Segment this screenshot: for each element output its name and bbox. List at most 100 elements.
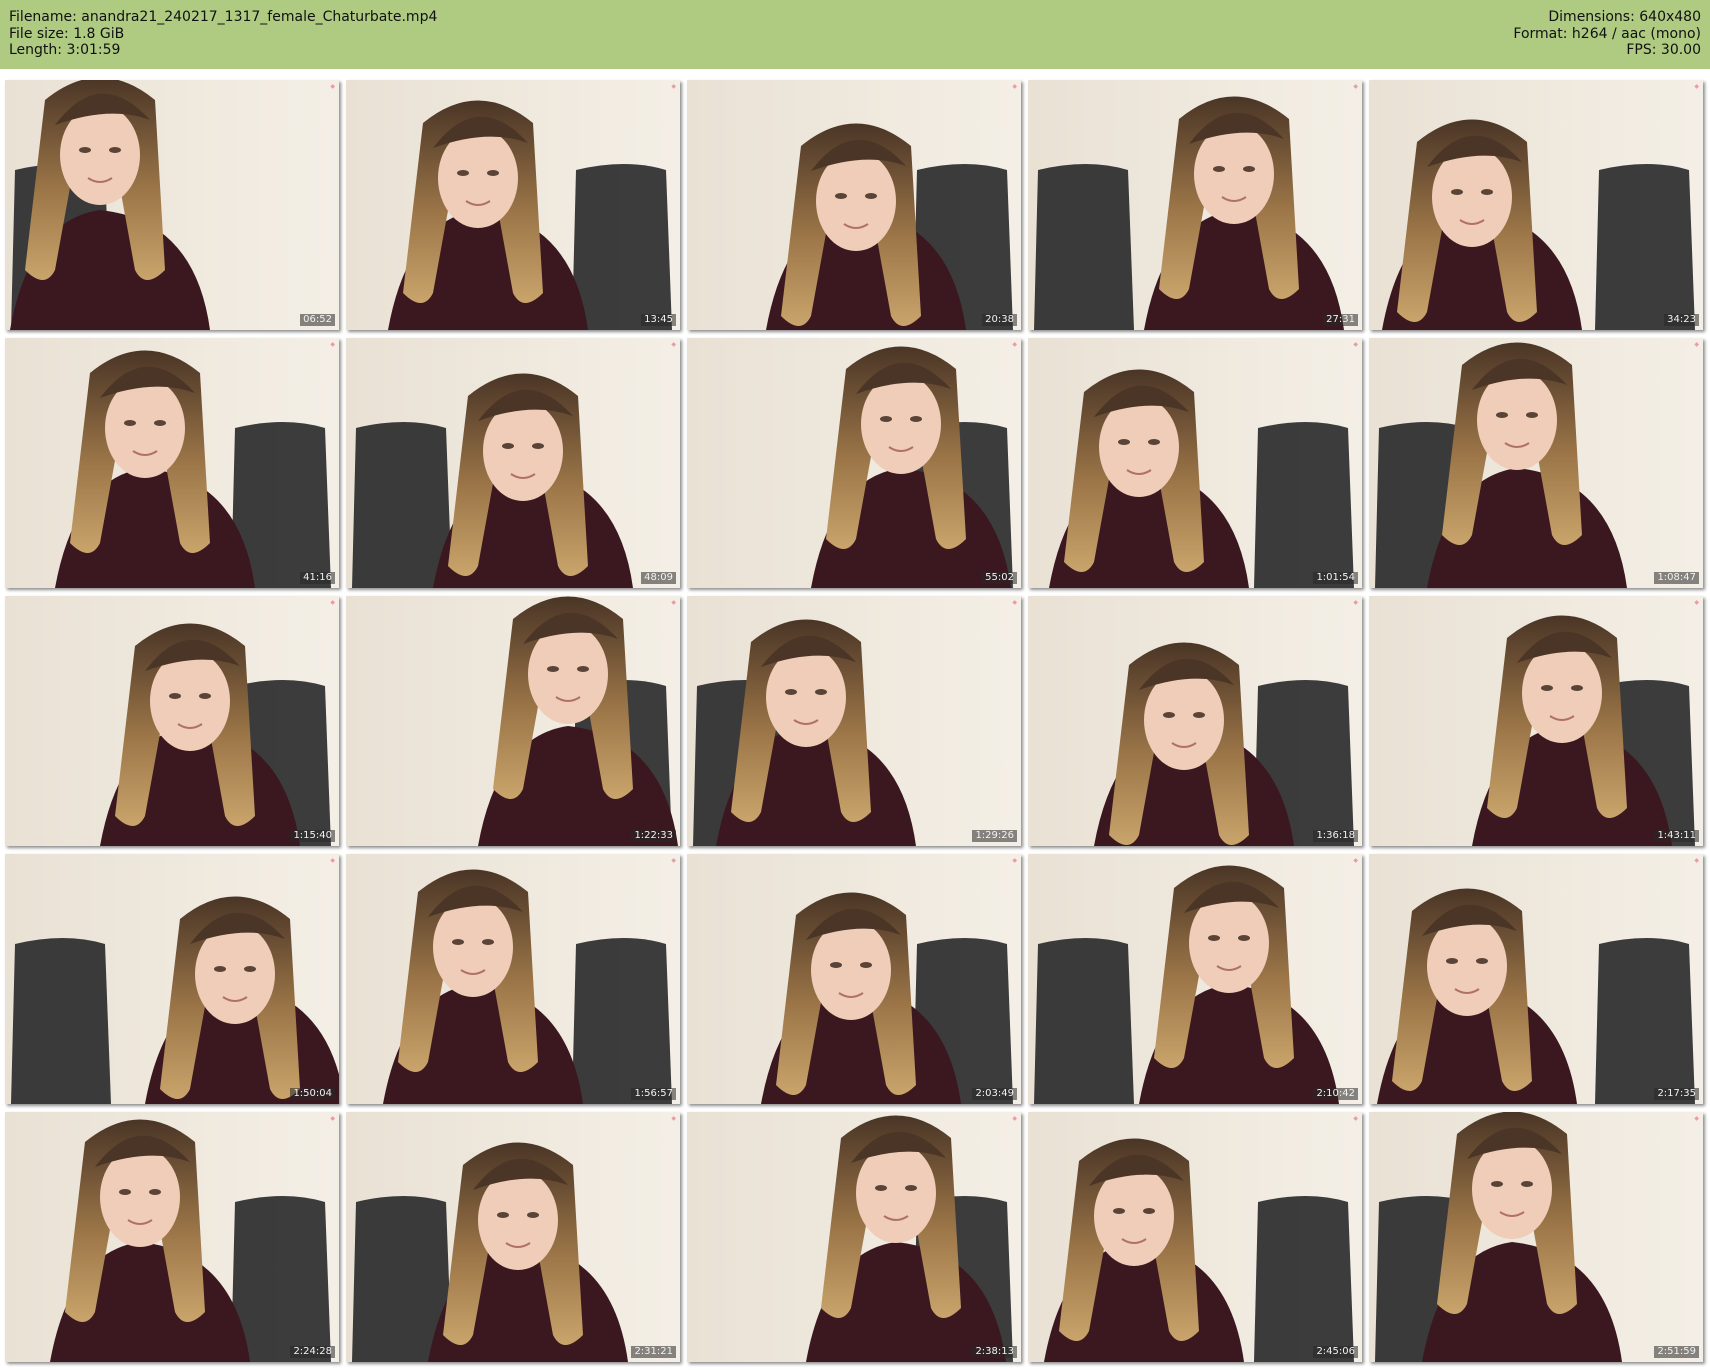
timestamp-label: 2:03:49 bbox=[972, 1088, 1017, 1100]
timestamp-label: 1:22:33 bbox=[631, 830, 676, 842]
watermark-mark: ◆ bbox=[1694, 1115, 1699, 1122]
timestamp-label: 1:36:18 bbox=[1313, 830, 1358, 842]
video-thumbnail: ◆ 1:08:47 bbox=[1369, 338, 1703, 588]
timestamp-label: 2:10:42 bbox=[1313, 1088, 1358, 1100]
frame-image bbox=[346, 1112, 680, 1362]
watermark-mark: ◆ bbox=[1012, 83, 1017, 90]
watermark-mark: ◆ bbox=[1012, 857, 1017, 864]
frame-image bbox=[687, 338, 1021, 588]
frame-image bbox=[5, 854, 339, 1104]
timestamp-label: 2:24:28 bbox=[290, 1346, 335, 1358]
watermark-mark: ◆ bbox=[330, 599, 335, 606]
frame-image bbox=[1369, 1112, 1703, 1362]
frame-image bbox=[1369, 596, 1703, 846]
watermark-mark: ◆ bbox=[1353, 599, 1358, 606]
frame-image bbox=[687, 1112, 1021, 1362]
video-thumbnail: ◆ 1:15:40 bbox=[5, 596, 339, 846]
video-thumbnail: ◆ 1:43:11 bbox=[1369, 596, 1703, 846]
watermark-mark: ◆ bbox=[1353, 341, 1358, 348]
video-thumbnail: ◆ 41:16 bbox=[5, 338, 339, 588]
watermark-mark: ◆ bbox=[1012, 599, 1017, 606]
watermark-mark: ◆ bbox=[1012, 1115, 1017, 1122]
frame-image bbox=[5, 1112, 339, 1362]
timestamp-label: 06:52 bbox=[300, 314, 335, 326]
video-thumbnail: ◆ 1:22:33 bbox=[346, 596, 680, 846]
frame-image bbox=[1028, 338, 1362, 588]
watermark-mark: ◆ bbox=[1694, 341, 1699, 348]
video-thumbnail: ◆ 1:29:26 bbox=[687, 596, 1021, 846]
watermark-mark: ◆ bbox=[1353, 1115, 1358, 1122]
format-text: Format: h264 / aac (mono) bbox=[1513, 25, 1701, 42]
watermark-mark: ◆ bbox=[671, 83, 676, 90]
video-thumbnail: ◆ 2:38:13 bbox=[687, 1112, 1021, 1362]
video-thumbnail: ◆ 34:23 bbox=[1369, 80, 1703, 330]
video-thumbnail: ◆ 13:45 bbox=[346, 80, 680, 330]
video-thumbnail: ◆ 2:31:21 bbox=[346, 1112, 680, 1362]
watermark-mark: ◆ bbox=[671, 1115, 676, 1122]
frame-image bbox=[1028, 80, 1362, 330]
frame-image bbox=[346, 338, 680, 588]
watermark-mark: ◆ bbox=[1694, 857, 1699, 864]
timestamp-label: 1:50:04 bbox=[290, 1088, 335, 1100]
frame-image bbox=[1369, 80, 1703, 330]
frame-image bbox=[1369, 854, 1703, 1104]
length-text: Length: 3:01:59 bbox=[9, 42, 121, 58]
frame-image bbox=[687, 854, 1021, 1104]
dimensions-text: Dimensions: 640x480 bbox=[1548, 9, 1701, 25]
fps-text: FPS: 30.00 bbox=[1626, 42, 1701, 58]
frame-image bbox=[687, 80, 1021, 330]
frame-image bbox=[5, 338, 339, 588]
video-info: Dimensions: 640x480 Format: h264 / aac (… bbox=[1513, 9, 1701, 59]
timestamp-label: 1:43:11 bbox=[1654, 830, 1699, 842]
timestamp-label: 41:16 bbox=[300, 572, 335, 584]
timestamp-label: 55:02 bbox=[982, 572, 1017, 584]
timestamp-label: 2:45:06 bbox=[1313, 1346, 1358, 1358]
timestamp-label: 1:08:47 bbox=[1654, 572, 1699, 584]
frame-image bbox=[346, 596, 680, 846]
frame-image bbox=[1028, 1112, 1362, 1362]
thumbnail-grid: ◆ 06:52 ◆ 13:45 ◆ 20:38 ◆ 27:31 ◆ 34:23 ◆ 41:16 ◆ 48:… bbox=[5, 80, 1703, 1362]
watermark-mark: ◆ bbox=[1353, 83, 1358, 90]
timestamp-label: 1:29:26 bbox=[972, 830, 1017, 842]
timestamp-label: 34:23 bbox=[1664, 314, 1699, 326]
timestamp-label: 20:38 bbox=[982, 314, 1017, 326]
video-thumbnail: ◆ 1:36:18 bbox=[1028, 596, 1362, 846]
timestamp-label: 27:31 bbox=[1323, 314, 1358, 326]
frame-image bbox=[1369, 338, 1703, 588]
video-thumbnail: ◆ 06:52 bbox=[5, 80, 339, 330]
watermark-mark: ◆ bbox=[330, 83, 335, 90]
timestamp-label: 1:56:57 bbox=[631, 1088, 676, 1100]
timestamp-label: 1:15:40 bbox=[290, 830, 335, 842]
watermark-mark: ◆ bbox=[671, 857, 676, 864]
frame-image bbox=[346, 80, 680, 330]
frame-image bbox=[5, 596, 339, 846]
timestamp-label: 2:51:59 bbox=[1654, 1346, 1699, 1358]
video-thumbnail: ◆ 2:17:35 bbox=[1369, 854, 1703, 1104]
timestamp-label: 2:38:13 bbox=[972, 1346, 1017, 1358]
video-thumbnail: ◆ 2:24:28 bbox=[5, 1112, 339, 1362]
info-header: Filename: anandra21_240217_1317_female_C… bbox=[0, 0, 1710, 69]
video-thumbnail: ◆ 48:09 bbox=[346, 338, 680, 588]
timestamp-label: 2:31:21 bbox=[631, 1346, 676, 1358]
watermark-mark: ◆ bbox=[671, 341, 676, 348]
frame-image bbox=[346, 854, 680, 1104]
video-thumbnail: ◆ 2:51:59 bbox=[1369, 1112, 1703, 1362]
frame-image bbox=[1028, 596, 1362, 846]
watermark-mark: ◆ bbox=[330, 857, 335, 864]
filename-text: Filename: anandra21_240217_1317_female_C… bbox=[9, 9, 438, 25]
watermark-mark: ◆ bbox=[1694, 83, 1699, 90]
watermark-mark: ◆ bbox=[1012, 341, 1017, 348]
video-thumbnail: ◆ 1:01:54 bbox=[1028, 338, 1362, 588]
frame-image bbox=[5, 80, 339, 330]
watermark-mark: ◆ bbox=[1694, 599, 1699, 606]
frame-image bbox=[1028, 854, 1362, 1104]
video-thumbnail: ◆ 2:03:49 bbox=[687, 854, 1021, 1104]
file-info: Filename: anandra21_240217_1317_female_C… bbox=[9, 9, 437, 59]
watermark-mark: ◆ bbox=[330, 341, 335, 348]
timestamp-label: 48:09 bbox=[641, 572, 676, 584]
video-thumbnail: ◆ 2:45:06 bbox=[1028, 1112, 1362, 1362]
video-thumbnail: ◆ 1:56:57 bbox=[346, 854, 680, 1104]
video-thumbnail: ◆ 2:10:42 bbox=[1028, 854, 1362, 1104]
timestamp-label: 2:17:35 bbox=[1654, 1088, 1699, 1100]
video-thumbnail: ◆ 1:50:04 bbox=[5, 854, 339, 1104]
